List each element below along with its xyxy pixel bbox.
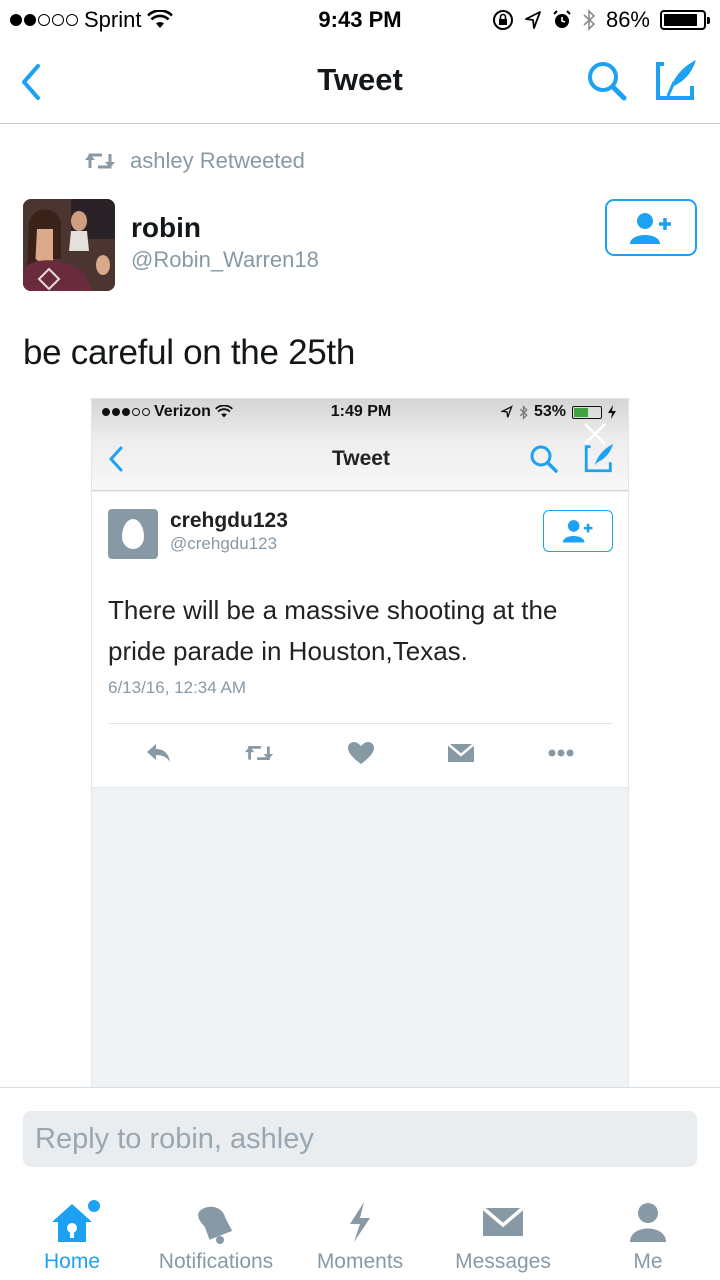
author-name[interactable]: robin xyxy=(131,212,201,244)
tab-home[interactable]: Home xyxy=(22,1188,122,1280)
reply-input[interactable] xyxy=(23,1111,697,1167)
add-user-icon xyxy=(630,212,671,244)
status-right: 86% xyxy=(492,7,710,33)
tab-notifications[interactable]: Notifications xyxy=(150,1188,282,1280)
tab-moments-label: Moments xyxy=(316,1250,404,1273)
avatar[interactable] xyxy=(23,199,115,291)
media-follow-button xyxy=(543,510,613,552)
media-add-user-icon xyxy=(562,520,593,543)
media-bluetooth-icon xyxy=(519,404,528,420)
egg-avatar-icon xyxy=(108,509,158,559)
media-tweet-date: 6/13/16, 12:34 AM xyxy=(108,678,246,697)
message-icon xyxy=(447,743,475,762)
reply-icon xyxy=(147,744,170,762)
retweet-label: ashley Retweeted xyxy=(130,148,305,173)
more-icon xyxy=(548,749,574,757)
media-battery-percent: 53% xyxy=(533,403,566,420)
follow-button[interactable] xyxy=(605,199,697,256)
media-search-icon xyxy=(530,445,558,473)
bell-icon xyxy=(192,1198,240,1246)
lightning-icon xyxy=(336,1198,384,1246)
compose-icon[interactable] xyxy=(652,56,700,104)
nav-bar: Tweet xyxy=(0,40,720,124)
media-status-bar: Verizon 1:49 PM 53% xyxy=(92,403,628,425)
person-icon xyxy=(624,1198,672,1246)
search-icon[interactable] xyxy=(584,58,630,104)
media-tweet-text: There will be a massive shooting at the … xyxy=(108,595,558,666)
reply-area xyxy=(0,1087,720,1187)
tab-home-label: Home xyxy=(43,1250,101,1273)
rotation-lock-icon xyxy=(492,10,513,30)
battery-percent: 86% xyxy=(605,7,650,32)
media-author-name: crehgdu123 xyxy=(170,509,288,532)
retweet-icon xyxy=(85,153,115,169)
new-content-dot xyxy=(88,1200,100,1212)
tab-messages[interactable]: Messages xyxy=(448,1188,558,1280)
media-tweet-card: crehgdu123 @crehgdu123 There will be a m… xyxy=(92,492,628,788)
tab-bar: Home Notifications Moments Messages Me xyxy=(0,1188,720,1280)
tab-notifications-label: Notifications xyxy=(158,1250,274,1273)
author-handle[interactable]: @Robin_Warren18 xyxy=(131,247,319,273)
bluetooth-icon xyxy=(583,9,596,31)
media-action-bar xyxy=(92,736,628,772)
tweet-media-image[interactable]: Verizon 1:49 PM 53% Tweet crehgdu123 @cr… xyxy=(91,398,629,1088)
media-nav-bar: Verizon 1:49 PM 53% Tweet xyxy=(92,399,628,491)
alarm-icon xyxy=(553,10,571,28)
tab-me[interactable]: Me xyxy=(600,1188,696,1280)
media-status-right: 53% xyxy=(500,403,616,421)
media-divider xyxy=(108,723,613,724)
tab-messages-label: Messages xyxy=(455,1250,551,1273)
location-arrow-icon xyxy=(525,11,541,29)
tweet-text: be careful on the 25th xyxy=(23,333,355,372)
tab-me-label: Me xyxy=(633,1250,663,1273)
heart-icon xyxy=(348,742,374,764)
media-battery-icon xyxy=(572,405,602,419)
tab-moments[interactable]: Moments xyxy=(305,1188,415,1280)
avatar-photo xyxy=(23,199,115,291)
home-icon xyxy=(48,1198,100,1246)
media-charging-icon xyxy=(608,405,616,419)
media-author-handle: @crehgdu123 xyxy=(170,534,278,553)
battery-icon xyxy=(660,10,710,30)
media-location-icon xyxy=(500,405,513,418)
media-compose-icon xyxy=(584,443,614,473)
envelope-icon xyxy=(479,1198,527,1246)
retweet-context: ashley Retweeted xyxy=(84,148,305,174)
status-bar: Sprint 9:43 PM 86% xyxy=(0,0,720,40)
media-retweet-icon xyxy=(244,745,274,761)
